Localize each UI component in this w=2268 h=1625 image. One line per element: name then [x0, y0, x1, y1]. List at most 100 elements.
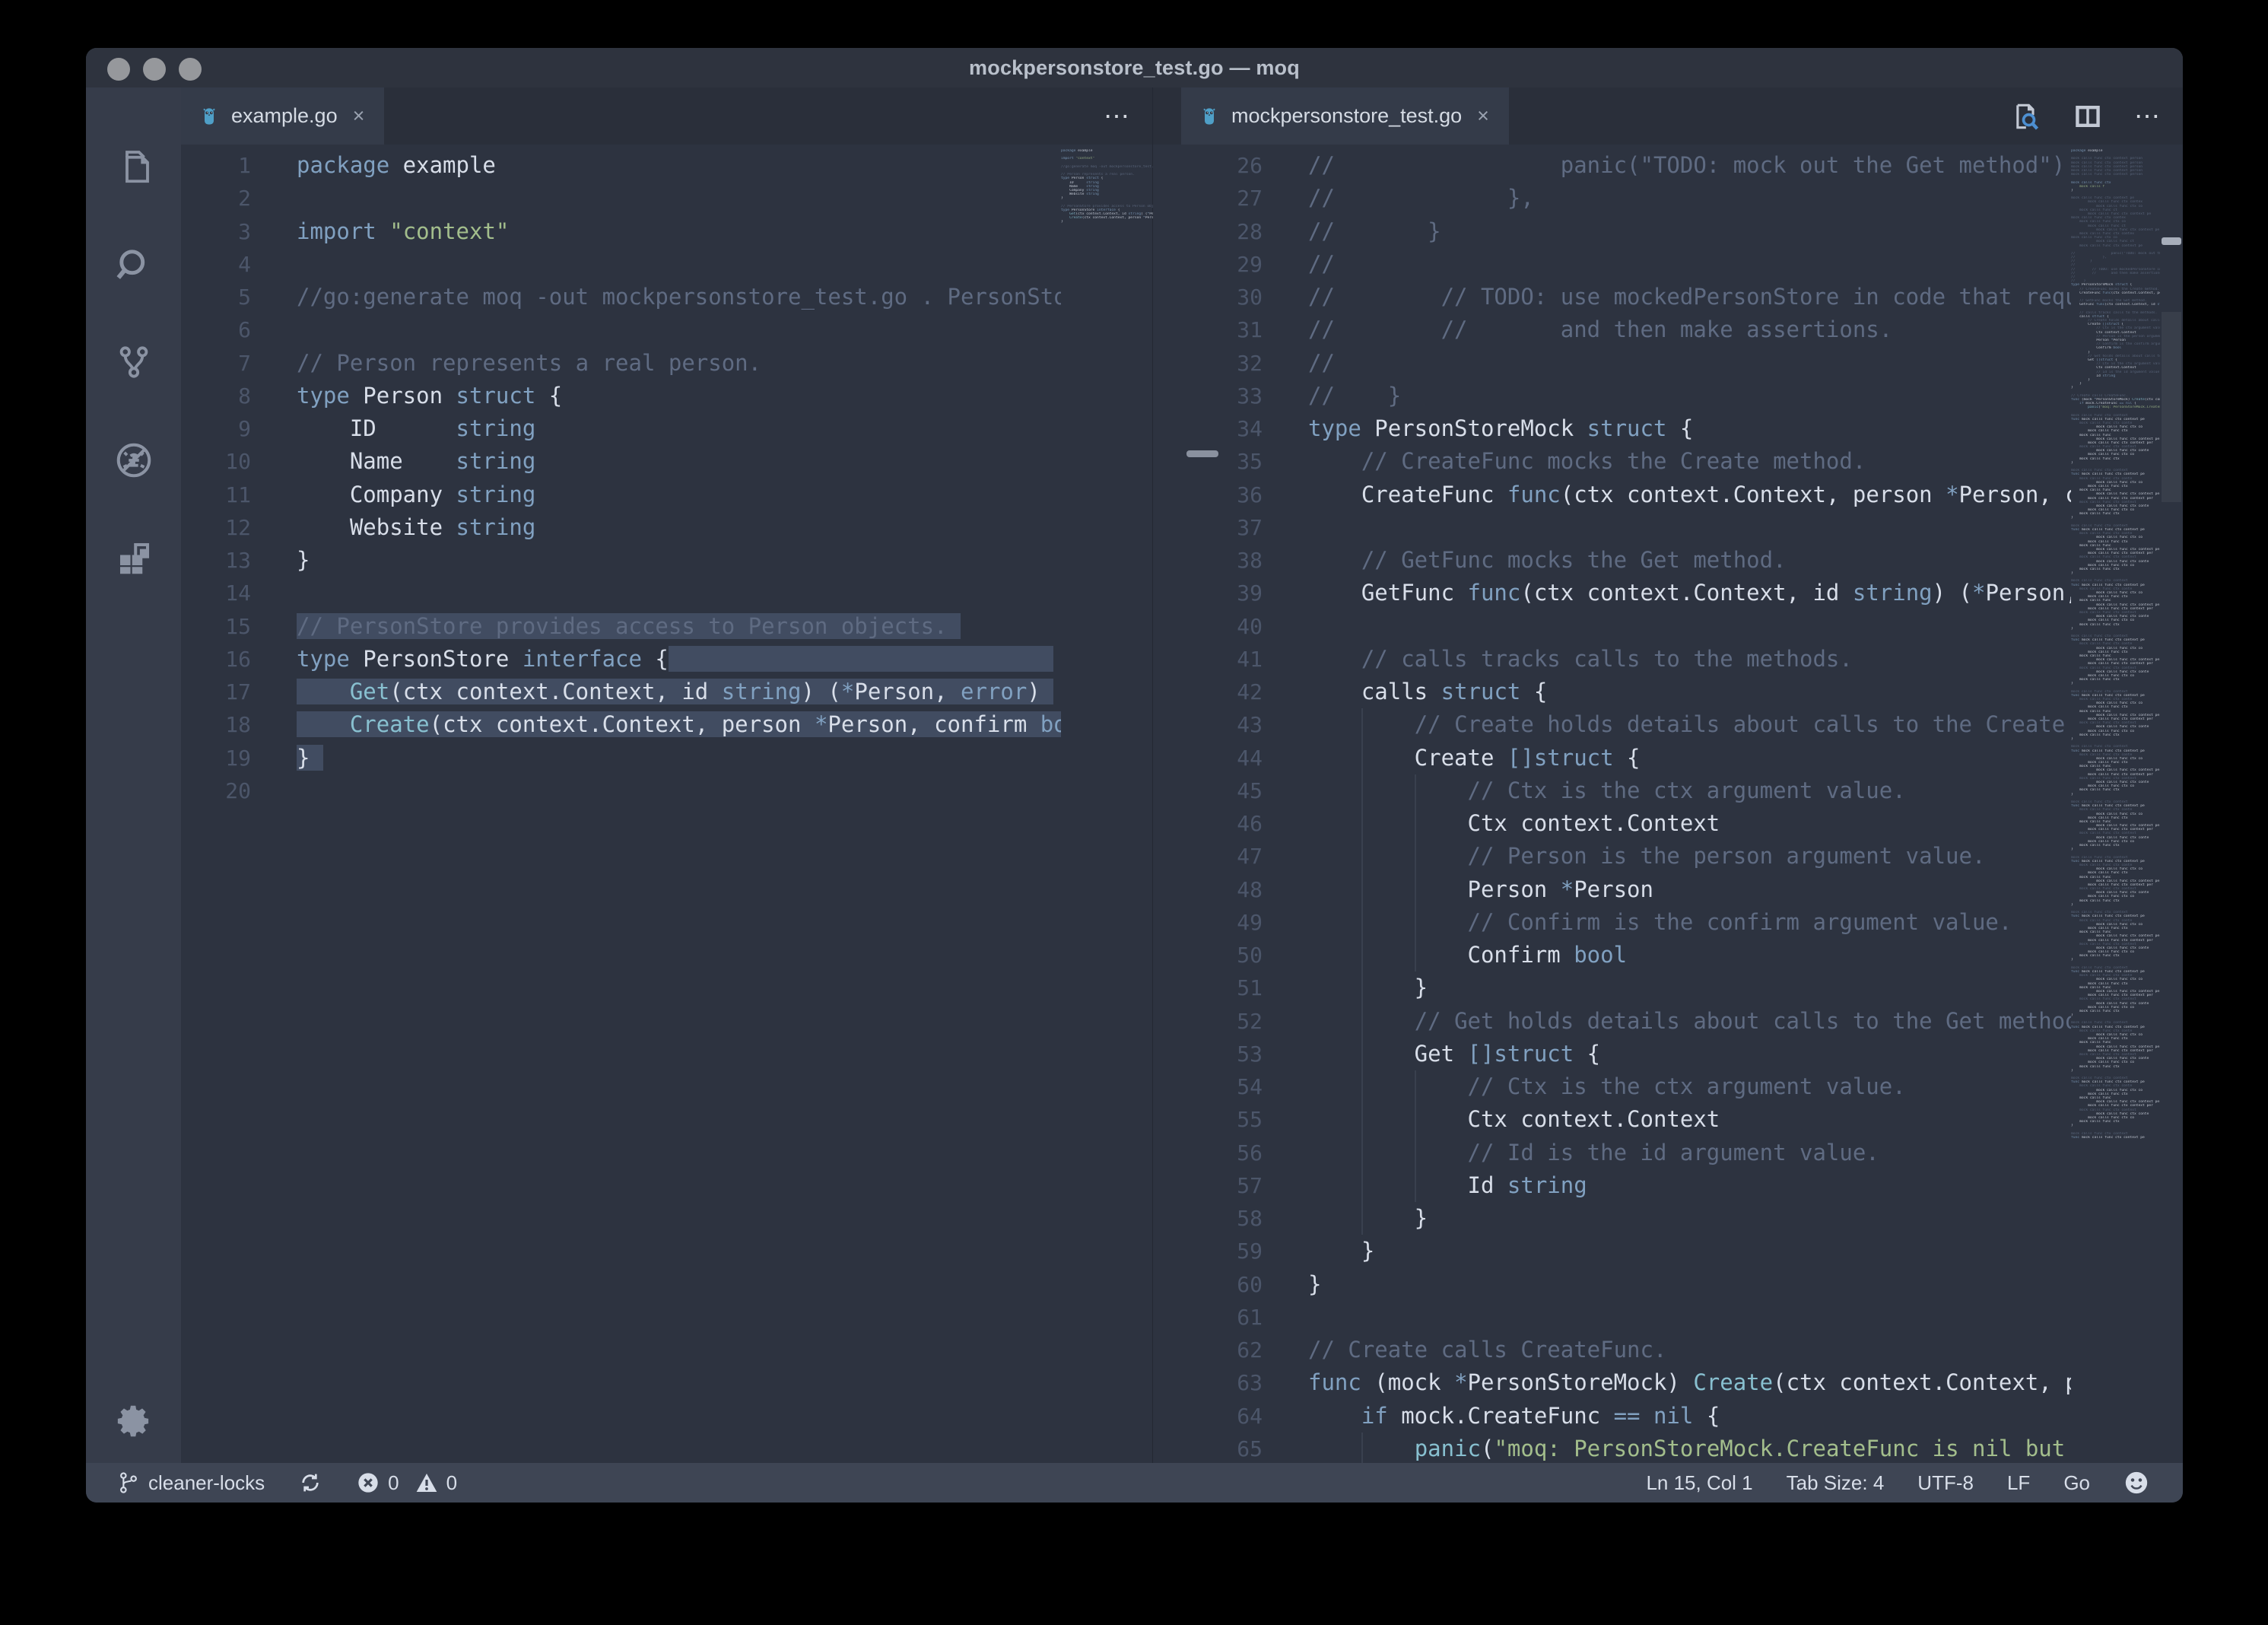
line-number[interactable]: 9 [181, 412, 297, 445]
more-actions-icon[interactable]: ⋯ [2134, 103, 2162, 129]
line-number[interactable]: 14 [181, 577, 297, 609]
left-code-area[interactable]: package exampleimport "context"//go:gene… [297, 145, 1061, 1463]
line-number[interactable]: 16 [181, 643, 297, 676]
source-control-icon[interactable] [112, 340, 156, 384]
line-number[interactable]: 57 [1153, 1169, 1308, 1202]
line-number[interactable]: 34 [1153, 412, 1308, 445]
eol-indicator[interactable]: LF [2007, 1471, 2030, 1495]
line-number[interactable]: 45 [1153, 774, 1308, 807]
left-minimap[interactable]: package exampleimport "context"//go:gene… [1061, 145, 1153, 1463]
scrollbar-slider[interactable] [2162, 312, 2181, 502]
line-number[interactable]: 38 [1153, 544, 1308, 577]
left-line-numbers[interactable]: 1234567891011121314151617181920 [181, 145, 297, 1463]
line-number[interactable]: 30 [1153, 281, 1308, 313]
code-line: // Person is the person argument value. [1308, 840, 2071, 873]
line-number[interactable]: 63 [1153, 1366, 1308, 1399]
search-file-icon[interactable] [2008, 100, 2041, 133]
line-number[interactable]: 8 [181, 380, 297, 412]
close-icon[interactable]: × [348, 106, 365, 126]
line-number[interactable]: 65 [1153, 1433, 1308, 1465]
close-icon[interactable]: × [1472, 106, 1489, 126]
line-number[interactable]: 51 [1153, 972, 1308, 1004]
line-number[interactable]: 40 [1153, 610, 1308, 643]
sync-button[interactable] [298, 1471, 322, 1495]
line-number[interactable]: 12 [181, 511, 297, 544]
files-icon[interactable] [112, 144, 156, 188]
line-number[interactable]: 53 [1153, 1038, 1308, 1070]
line-number[interactable]: 62 [1153, 1334, 1308, 1366]
status-bar: cleaner-locks 0 0 [86, 1463, 2183, 1503]
problems-status[interactable]: 0 0 [356, 1471, 457, 1495]
branch-status[interactable]: cleaner-locks [116, 1471, 265, 1495]
minimize-window-button[interactable] [143, 58, 166, 81]
line-number[interactable]: 6 [181, 313, 297, 346]
line-number[interactable]: 36 [1153, 479, 1308, 511]
line-number[interactable]: 39 [1153, 577, 1308, 609]
more-actions-icon[interactable]: ⋯ [1104, 103, 1131, 129]
line-number[interactable]: 11 [181, 479, 297, 511]
line-number[interactable]: 61 [1153, 1301, 1308, 1334]
right-line-numbers[interactable]: 2627282930313233343536373839404142434445… [1153, 145, 1308, 1463]
tab-example-go[interactable]: example.go × [181, 87, 384, 145]
line-number[interactable]: 31 [1153, 313, 1308, 346]
line-number[interactable]: 59 [1153, 1235, 1308, 1267]
extensions-icon[interactable] [112, 536, 156, 580]
code-line: // Person represents a real person. [297, 347, 1061, 380]
line-number[interactable]: 58 [1153, 1202, 1308, 1235]
search-icon[interactable] [112, 242, 156, 286]
line-number[interactable]: 49 [1153, 906, 1308, 939]
line-number[interactable]: 54 [1153, 1070, 1308, 1103]
line-number[interactable]: 3 [181, 215, 297, 248]
line-number[interactable]: 26 [1153, 149, 1308, 182]
tab-size-indicator[interactable]: Tab Size: 4 [1787, 1471, 1885, 1495]
line-number[interactable]: 35 [1153, 445, 1308, 478]
close-window-button[interactable] [107, 58, 130, 81]
line-number[interactable]: 55 [1153, 1103, 1308, 1136]
line-number[interactable]: 5 [181, 281, 297, 313]
right-scrollbar[interactable] [2160, 145, 2183, 1463]
line-number[interactable]: 17 [181, 676, 297, 708]
line-number[interactable]: 43 [1153, 708, 1308, 741]
line-number[interactable]: 42 [1153, 676, 1308, 708]
feedback-smiley-button[interactable] [2123, 1470, 2149, 1496]
line-number[interactable]: 19 [181, 742, 297, 774]
line-number[interactable]: 48 [1153, 873, 1308, 906]
code-line: // PersonStore provides access to Person… [297, 610, 1061, 643]
line-number[interactable]: 52 [1153, 1005, 1308, 1038]
line-number[interactable]: 28 [1153, 215, 1308, 248]
line-number[interactable]: 32 [1153, 347, 1308, 380]
line-number[interactable]: 2 [181, 182, 297, 215]
line-number[interactable]: 33 [1153, 380, 1308, 412]
line-number[interactable]: 7 [181, 347, 297, 380]
line-number[interactable]: 46 [1153, 807, 1308, 840]
right-minimap[interactable]: package examplemock calls func ctx conte… [2071, 145, 2160, 1463]
tab-mockpersonstore-test-go[interactable]: mockpersonstore_test.go × [1181, 87, 1509, 145]
line-number[interactable]: 50 [1153, 939, 1308, 972]
right-code-area[interactable]: // panic("TODO: mock out the Get method"… [1308, 145, 2071, 1463]
line-number[interactable]: 60 [1153, 1268, 1308, 1301]
line-number[interactable]: 27 [1153, 182, 1308, 215]
line-number[interactable]: 4 [181, 248, 297, 281]
go-gopher-icon [198, 105, 221, 128]
line-number[interactable]: 18 [181, 708, 297, 741]
cursor-position[interactable]: Ln 15, Col 1 [1646, 1471, 1752, 1495]
indent-guide [1415, 873, 1416, 906]
debug-icon[interactable] [112, 438, 156, 482]
line-number[interactable]: 15 [181, 610, 297, 643]
line-number[interactable]: 29 [1153, 248, 1308, 281]
zoom-window-button[interactable] [179, 58, 202, 81]
line-number[interactable]: 37 [1153, 511, 1308, 544]
split-editor-icon[interactable] [2072, 100, 2104, 132]
encoding-indicator[interactable]: UTF-8 [1917, 1471, 1974, 1495]
line-number[interactable]: 44 [1153, 742, 1308, 774]
line-number[interactable]: 47 [1153, 840, 1308, 873]
line-number[interactable]: 1 [181, 149, 297, 182]
line-number[interactable]: 10 [181, 445, 297, 478]
settings-gear-icon[interactable] [112, 1399, 156, 1443]
line-number[interactable]: 56 [1153, 1137, 1308, 1169]
language-mode[interactable]: Go [2063, 1471, 2090, 1495]
line-number[interactable]: 20 [181, 774, 297, 807]
line-number[interactable]: 41 [1153, 643, 1308, 676]
line-number[interactable]: 64 [1153, 1400, 1308, 1433]
line-number[interactable]: 13 [181, 544, 297, 577]
